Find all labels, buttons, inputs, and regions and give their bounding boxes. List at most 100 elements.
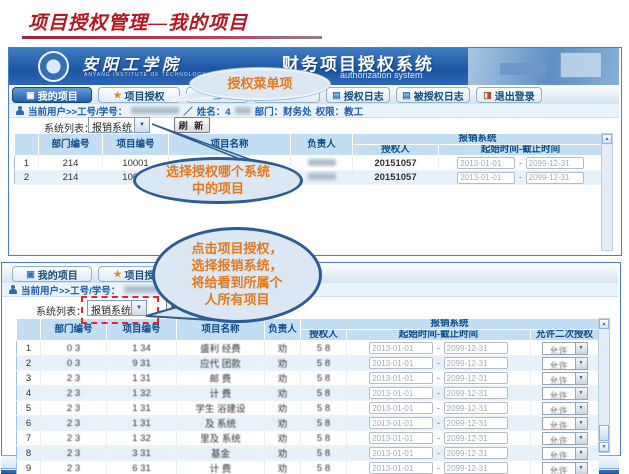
date-end-input[interactable] [444,402,508,414]
allow-value: 允许 [543,373,575,384]
date-end-input[interactable] [444,417,508,429]
chevron-down-icon[interactable]: ▼ [575,448,587,459]
date-start-input[interactable] [369,447,433,459]
date-end-input[interactable] [444,372,508,384]
photo-building-shape [560,52,602,78]
cell-dates: - [347,371,531,386]
cell-allow: 允许 ▼ [531,341,599,356]
table-row: 2 0 3 9 31 应代 团款 劝 5 8 - 允许 ▼ [17,356,599,371]
chevron-down-icon[interactable]: ▼ [575,418,587,429]
allow-secondary-select[interactable]: 允许 ▼ [542,342,588,355]
date-end-input[interactable] [444,387,508,399]
date-start-input[interactable] [369,372,433,384]
allow-secondary-select[interactable]: 允许 ▼ [542,372,588,385]
cell-auth: 5 8 [301,416,347,431]
date-end-input[interactable] [444,432,508,444]
window-icon: ▣ [26,270,35,279]
date-start-input[interactable] [369,432,433,444]
chevron-down-icon[interactable]: ▼ [575,373,587,384]
menu-item-authorized-log[interactable]: ▤ 被授权日志 [396,87,470,103]
date-start-input[interactable] [369,462,433,474]
date-start-input[interactable] [369,417,433,429]
cell-auth: 5 8 [301,356,347,371]
date-separator: - [518,158,523,168]
scroll-up-icon[interactable]: ▲ [602,134,612,144]
cell-proj: 1 31 [107,371,177,386]
date-separator: - [436,403,441,413]
scrollbar-bottom[interactable]: ▲ ▼ [598,318,610,453]
chevron-down-icon[interactable]: ▼ [134,118,149,132]
cell-resp: 劝 [265,341,301,356]
allow-secondary-select[interactable]: 允许 ▼ [542,387,588,400]
menu-item-logout[interactable]: ◨ 退出登录 [476,87,542,103]
cell-dept: 2 3 [41,446,107,461]
allow-value: 允许 [543,343,575,354]
date-end-input[interactable] [444,462,508,474]
date-start-input[interactable] [369,402,433,414]
date-start-input[interactable] [369,357,433,369]
page: 项目授权管理—我的项目 安阳工学院 ANYANG INSTITUTE OF TE… [0,0,629,474]
menu-item-project-auth[interactable]: ★ 项目授权 [98,87,180,103]
system-list-select[interactable]: 报销系统 ▼ [88,117,150,133]
date-separator: - [436,418,441,428]
cell-dates: - [439,156,603,171]
allow-secondary-select[interactable]: 允许 ▼ [542,447,588,460]
allow-secondary-select[interactable]: 允许 ▼ [542,402,588,415]
user-name-label: 姓名：4 [197,104,231,118]
chevron-down-icon[interactable]: ▼ [575,388,587,399]
cell-dept: 2 3 [41,461,107,474]
cell-dates: - [347,416,531,431]
user-slash: ／ [183,104,193,118]
cell-proj: 3 31 [107,446,177,461]
date-end-input[interactable] [444,357,508,369]
chevron-down-icon[interactable]: ▼ [575,463,587,474]
date-end-input[interactable] [444,447,508,459]
allow-secondary-select[interactable]: 允许 ▼ [542,432,588,445]
table-row: 7 2 3 1 32 里及 系统 劝 5 8 - 允许 ▼ [17,431,599,446]
date-separator: - [436,373,441,383]
photo-building-shape2 [500,63,546,75]
cell-resp: 劝 [265,371,301,386]
callout-text: 选择授权哪个系统 [166,164,270,181]
allow-secondary-select[interactable]: 允许 ▼ [542,462,588,474]
cell-resp [291,156,353,171]
scroll-up-icon[interactable]: ▲ [599,319,609,329]
system-list-value: 报销系统 [89,118,134,132]
cell-allow: 允许 ▼ [531,416,599,431]
resp-redacted [308,159,336,166]
cell-dates: - [347,461,531,474]
menu-item-my-projects-2[interactable]: ▣ 我的项目 [12,266,92,282]
date-end-input[interactable] [444,342,508,354]
menu-item-auth-log[interactable]: ▤ 授权日志 [326,87,390,103]
scrollbar-top[interactable]: ▲ [601,133,613,251]
chevron-down-icon[interactable]: ▼ [575,343,587,354]
title-underline [22,36,322,39]
scrollbar-thumb[interactable] [599,425,609,441]
menu-label: 我的项目 [38,267,78,282]
callout-text: 选择报销系统， [191,258,282,275]
refresh-button[interactable]: 刷 新 [174,117,210,133]
date-end-input[interactable] [526,172,584,184]
cell-name: 基金 [177,446,265,461]
date-end-input[interactable] [526,157,584,169]
cell-dept: 2 3 [41,431,107,446]
header-resp: 负责人 [265,319,301,341]
chevron-down-icon[interactable]: ▼ [575,403,587,414]
date-start-input[interactable] [369,387,433,399]
window-icon: ▣ [26,91,35,100]
date-start-input[interactable] [457,157,515,169]
chevron-down-icon[interactable]: ▼ [575,433,587,444]
scroll-down-icon[interactable]: ▼ [599,442,609,452]
cell-row-no: 2 [17,356,41,371]
cell-name: 计 费 [177,461,265,474]
date-start-input[interactable] [457,172,515,184]
all-projects-table: 部门编号 项目编号 项目名称 负责人 报销系统 授权人 起始时间-截止时间 允许… [16,318,599,474]
chevron-down-icon[interactable]: ▼ [575,358,587,369]
cell-resp: 劝 [265,356,301,371]
allow-secondary-select[interactable]: 允许 ▼ [542,417,588,430]
date-start-input[interactable] [369,342,433,354]
allow-secondary-select[interactable]: 允许 ▼ [542,357,588,370]
menu-item-my-projects[interactable]: ▣ 我的项目 [12,87,92,103]
user-prefix: 当前用户>>工号/学号： [28,104,127,118]
callout-text: 点击项目授权， [191,241,282,258]
